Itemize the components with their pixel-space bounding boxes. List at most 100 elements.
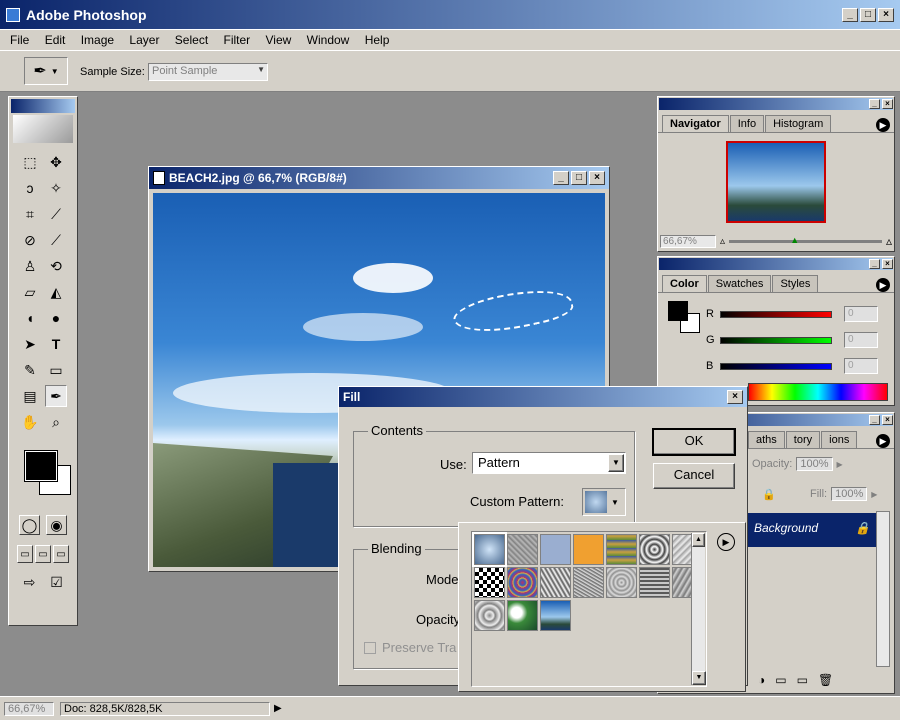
dodge-icon[interactable]: ● [45, 307, 67, 329]
minimize-button[interactable]: _ [842, 7, 858, 22]
pattern-swatch[interactable] [507, 567, 538, 598]
fill-field[interactable]: 100% [831, 487, 868, 501]
standard-mode-icon[interactable]: ◯ [19, 515, 40, 535]
pattern-swatch[interactable] [474, 600, 505, 631]
tab-navigator[interactable]: Navigator [662, 115, 729, 132]
pattern-swatch[interactable] [540, 567, 571, 598]
panel-minimize-button[interactable]: _ [869, 259, 880, 269]
pattern-swatch[interactable] [639, 534, 670, 565]
channel-g-value[interactable]: 0 [844, 332, 878, 348]
brush-icon[interactable]: ⟋ [45, 229, 67, 251]
navigator-zoom-field[interactable]: 66,67% [660, 234, 716, 248]
move-icon[interactable]: ✥ [45, 151, 67, 173]
panel-close-button[interactable]: × [882, 99, 893, 109]
doc-minimize-button[interactable]: _ [553, 171, 569, 185]
tab-styles[interactable]: Styles [772, 275, 819, 292]
magic-wand-icon[interactable]: ✧ [45, 177, 67, 199]
zoom-in-icon[interactable]: ▵ [886, 234, 892, 248]
chevron-right-icon[interactable]: ▶ [871, 490, 877, 499]
menu-file[interactable]: File [10, 33, 29, 47]
eraser-icon[interactable]: ▱ [19, 281, 41, 303]
pattern-scrollbar[interactable]: ▲ ▼ [691, 533, 706, 685]
panel-minimize-button[interactable]: _ [869, 99, 880, 109]
new-layer-icon[interactable]: ▭ [797, 673, 808, 687]
marquee-icon[interactable]: ⬚ [19, 151, 41, 173]
tab-info[interactable]: Info [729, 115, 765, 132]
panel-menu-icon[interactable]: ▶ [876, 278, 890, 292]
panel-close-button[interactable]: × [882, 415, 893, 425]
panel-minimize-button[interactable]: _ [869, 415, 880, 425]
pattern-swatch[interactable] [540, 600, 571, 631]
pattern-swatch[interactable] [573, 567, 604, 598]
type-icon[interactable]: T [45, 333, 67, 355]
pattern-swatch[interactable] [507, 534, 538, 565]
pattern-swatch[interactable] [540, 534, 571, 565]
pattern-swatch[interactable] [474, 567, 505, 598]
pattern-swatch[interactable] [606, 567, 637, 598]
tab-color[interactable]: Color [662, 275, 707, 292]
close-button[interactable]: × [878, 7, 894, 22]
quickmask-mode-icon[interactable]: ◉ [46, 515, 67, 535]
blur-icon[interactable]: ◖ [19, 307, 41, 329]
panel-menu-icon[interactable]: ▶ [876, 118, 890, 132]
color-spectrum-bar[interactable] [748, 383, 888, 401]
opacity-field[interactable]: 100% [796, 457, 833, 471]
lock-icon[interactable]: 🔒 [762, 488, 776, 501]
eyedropper-tool-icon[interactable]: ✒ [45, 385, 67, 407]
screen-mode-2-icon[interactable]: ▭ [35, 545, 51, 563]
healing-brush-icon[interactable]: ⊘ [19, 229, 41, 251]
chevron-down-icon[interactable]: ▼ [611, 498, 619, 507]
zoom-slider[interactable]: ▲ [729, 235, 882, 245]
channel-b-value[interactable]: 0 [844, 358, 878, 374]
channel-r-value[interactable]: 0 [844, 306, 878, 322]
chevron-down-icon[interactable]: ▼ [608, 454, 624, 472]
dialog-close-button[interactable]: × [727, 390, 743, 404]
menu-view[interactable]: View [266, 33, 292, 47]
layer-style-icon[interactable]: ◑ [758, 673, 765, 687]
clone-stamp-icon[interactable]: ♙ [19, 255, 41, 277]
adjustment-layer-icon[interactable]: ▭ [775, 673, 786, 687]
menu-layer[interactable]: Layer [129, 33, 159, 47]
menu-help[interactable]: Help [365, 33, 390, 47]
doc-close-button[interactable]: × [589, 171, 605, 185]
status-menu-icon[interactable]: ▶ [274, 703, 282, 714]
panel-close-button[interactable]: × [882, 259, 893, 269]
path-select-icon[interactable]: ➤ [19, 333, 41, 355]
lasso-icon[interactable]: ↄ [19, 177, 41, 199]
menu-filter[interactable]: Filter [224, 33, 251, 47]
slice-icon[interactable]: ⟋ [45, 203, 67, 225]
scroll-up-button[interactable]: ▲ [692, 533, 705, 547]
hand-icon[interactable]: ✋ [19, 411, 41, 433]
channel-g-slider[interactable] [720, 336, 832, 344]
zoom-icon[interactable]: ⌕ [45, 411, 67, 433]
channel-r-slider[interactable] [720, 310, 832, 318]
tab-actions[interactable]: ions [821, 431, 858, 448]
use-select[interactable]: Pattern ▼ [472, 452, 626, 474]
notes-icon[interactable]: ▤ [19, 385, 41, 407]
doc-maximize-button[interactable]: □ [571, 171, 587, 185]
pen-icon[interactable]: ✎ [19, 359, 41, 381]
maximize-button[interactable]: □ [860, 7, 876, 22]
color-swatches[interactable] [17, 445, 71, 503]
imageready-icon[interactable]: ⇨ [19, 571, 40, 593]
history-brush-icon[interactable]: ⟲ [45, 255, 67, 277]
navigator-thumbnail[interactable] [726, 141, 826, 223]
chevron-right-icon[interactable]: ▶ [837, 460, 843, 469]
layers-scrollbar[interactable] [876, 511, 890, 667]
pattern-menu-icon[interactable]: ▶ [717, 533, 735, 551]
rectangle-icon[interactable]: ▭ [45, 359, 67, 381]
crop-icon[interactable]: ⌗ [19, 203, 41, 225]
panel-menu-icon[interactable]: ▶ [876, 434, 890, 448]
menu-edit[interactable]: Edit [45, 33, 66, 47]
custom-pattern-picker[interactable]: ▼ [582, 488, 626, 516]
tab-histogram[interactable]: Histogram [765, 115, 832, 132]
ok-button[interactable]: OK [652, 428, 736, 456]
jump-icon[interactable]: ☑ [46, 571, 67, 593]
screen-mode-3-icon[interactable]: ▭ [53, 545, 69, 563]
channel-b-slider[interactable] [720, 362, 832, 370]
cancel-button[interactable]: Cancel [653, 463, 735, 489]
pattern-swatch[interactable] [639, 567, 670, 598]
pattern-swatch[interactable] [606, 534, 637, 565]
menu-window[interactable]: Window [307, 33, 350, 47]
scroll-down-button[interactable]: ▼ [692, 671, 706, 685]
